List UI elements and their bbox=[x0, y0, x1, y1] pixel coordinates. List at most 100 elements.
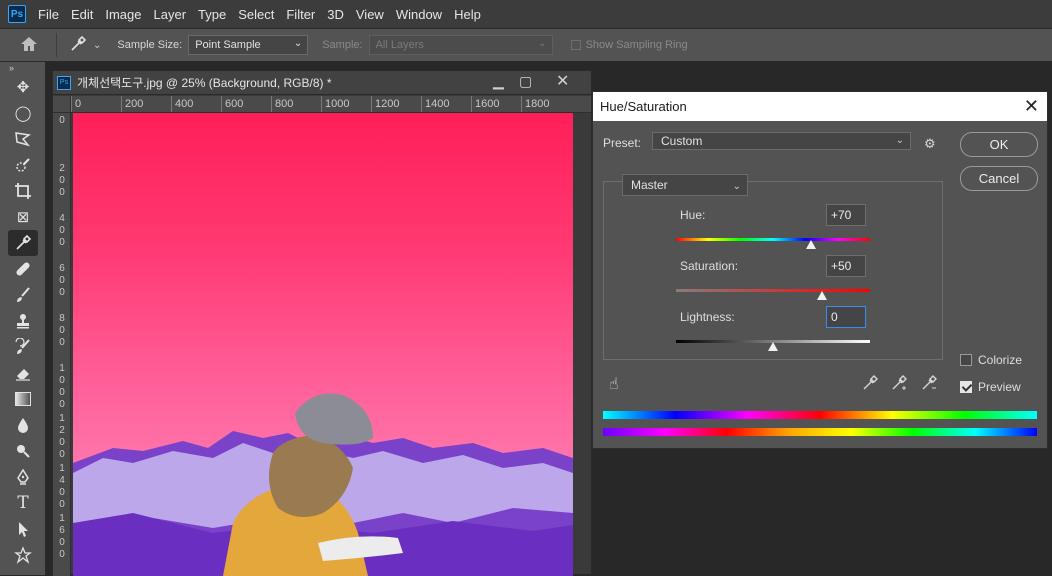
menu-select[interactable]: Select bbox=[238, 7, 274, 22]
ruler-tick-label: 1400 bbox=[421, 96, 471, 112]
lightness-input[interactable]: 0 bbox=[826, 306, 866, 328]
type-tool-icon[interactable]: T bbox=[8, 490, 38, 516]
preset-select[interactable]: Custom ⌄ bbox=[652, 132, 911, 150]
output-color-bar bbox=[603, 428, 1037, 436]
clone-stamp-tool-icon[interactable] bbox=[8, 308, 38, 334]
ruler-tick-label: 8 0 0 bbox=[59, 313, 65, 348]
menu-type[interactable]: Type bbox=[198, 7, 226, 22]
image-canvas[interactable] bbox=[73, 113, 573, 576]
saturation-slider-track[interactable] bbox=[676, 289, 870, 292]
ok-button[interactable]: OK bbox=[960, 132, 1038, 157]
targeted-adjustment-hand-icon[interactable]: ☝ bbox=[609, 374, 619, 394]
ruler-tick-label: 1000 bbox=[321, 96, 371, 112]
hue-label: Hue: bbox=[680, 208, 706, 222]
menu-help[interactable]: Help bbox=[454, 7, 481, 22]
eyedropper-add-icon[interactable] bbox=[891, 375, 907, 394]
show-sampling-ring-label: Show Sampling Ring bbox=[585, 39, 688, 51]
crop-tool-icon[interactable] bbox=[8, 178, 38, 204]
eyedropper-icon[interactable] bbox=[862, 375, 878, 394]
menu-view[interactable]: View bbox=[356, 7, 384, 22]
maximize-icon[interactable]: ▢ bbox=[519, 73, 532, 90]
close-icon[interactable]: ✕ bbox=[556, 71, 569, 91]
menu-3d[interactable]: 3D bbox=[327, 7, 344, 22]
hue-slider-thumb[interactable] bbox=[805, 240, 816, 249]
ruler-tick-label: 1 4 0 0 bbox=[59, 463, 65, 510]
eyedropper-options-icon[interactable] bbox=[69, 35, 87, 56]
menu-layer[interactable]: Layer bbox=[154, 7, 187, 22]
ruler-tick-label: 400 bbox=[171, 96, 221, 112]
healing-brush-tool-icon[interactable] bbox=[8, 256, 38, 282]
frame-tool-icon[interactable]: ⊠ bbox=[8, 204, 38, 230]
cancel-button[interactable]: Cancel bbox=[960, 166, 1038, 191]
history-brush-tool-icon[interactable] bbox=[8, 334, 38, 360]
chevron-down-icon[interactable]: ⌄ bbox=[93, 40, 101, 51]
lightness-slider-thumb[interactable] bbox=[768, 342, 778, 351]
menu-edit[interactable]: Edit bbox=[71, 7, 93, 22]
move-tool-icon[interactable]: ✥ bbox=[8, 74, 38, 100]
ruler-tick-label: 0 bbox=[59, 115, 65, 126]
pen-tool-icon[interactable] bbox=[8, 464, 38, 490]
photoshop-logo-icon: Ps bbox=[8, 5, 26, 23]
hue-slider-track[interactable] bbox=[676, 238, 870, 241]
document-window: Ps 개체선택도구.jpg @ 25% (Background, RGB/8) … bbox=[52, 70, 592, 576]
ruler-tick-label: 1 6 0 0 bbox=[59, 513, 65, 560]
panel-collapse-icon[interactable]: » bbox=[0, 62, 45, 74]
ruler-tick-label: 1 2 0 0 bbox=[59, 413, 65, 460]
eraser-tool-icon[interactable] bbox=[8, 360, 38, 386]
saturation-label: Saturation: bbox=[680, 259, 739, 273]
ruler-corner bbox=[53, 96, 71, 113]
menu-filter[interactable]: Filter bbox=[286, 7, 315, 22]
vertical-ruler: 0 2 0 0 4 0 0 6 0 0 8 0 0 1 0 0 0 1 2 0 … bbox=[53, 113, 71, 576]
dialog-title: Hue/Saturation bbox=[600, 99, 687, 114]
brush-tool-icon[interactable] bbox=[8, 282, 38, 308]
gradient-tool-icon[interactable] bbox=[8, 386, 38, 412]
menu-file[interactable]: File bbox=[38, 7, 59, 22]
ruler-tick-label: 1200 bbox=[371, 96, 421, 112]
preset-label: Preset: bbox=[603, 136, 642, 150]
chevron-down-icon: ⌄ bbox=[895, 135, 904, 146]
menu-window[interactable]: Window bbox=[396, 7, 442, 22]
ruler-tick-label: 800 bbox=[271, 96, 321, 112]
shape-tool-icon[interactable] bbox=[8, 542, 38, 568]
chevron-down-icon: ⌄ bbox=[732, 181, 741, 192]
channel-value: Master bbox=[631, 178, 668, 192]
document-tab[interactable]: Ps 개체선택도구.jpg @ 25% (Background, RGB/8) … bbox=[53, 71, 591, 95]
gear-icon[interactable]: ⚙ bbox=[924, 136, 936, 152]
quick-selection-tool-icon[interactable] bbox=[8, 152, 38, 178]
ruler-tick-label: 600 bbox=[221, 96, 271, 112]
lightness-label: Lightness: bbox=[680, 310, 735, 324]
colorize-label: Colorize bbox=[978, 353, 1023, 367]
blur-tool-icon[interactable] bbox=[8, 412, 38, 438]
preview-checkbox[interactable] bbox=[960, 381, 972, 393]
horizontal-ruler: 0 200 400 600 800 1000 1200 1400 1600 18… bbox=[71, 96, 591, 113]
tools-panel: » ✥ ◯ ⊠ T bbox=[0, 62, 46, 575]
input-color-bar bbox=[603, 411, 1037, 419]
polygon-lasso-tool-icon[interactable] bbox=[8, 126, 38, 152]
sample-select[interactable]: All Layers ⌄ bbox=[368, 35, 553, 55]
path-selection-tool-icon[interactable] bbox=[8, 516, 38, 542]
ruler-tick-label: 4 0 0 bbox=[59, 213, 65, 248]
colorize-checkbox[interactable] bbox=[960, 354, 972, 366]
dodge-tool-icon[interactable] bbox=[8, 438, 38, 464]
close-icon[interactable]: ✕ bbox=[1024, 96, 1039, 117]
chevron-down-icon: ⌄ bbox=[293, 38, 303, 49]
minimize-icon[interactable]: ▁ bbox=[493, 73, 504, 90]
menu-image[interactable]: Image bbox=[105, 7, 141, 22]
channel-select[interactable]: Master ⌄ bbox=[622, 174, 748, 196]
dialog-titlebar: Hue/Saturation ✕ bbox=[593, 92, 1047, 121]
saturation-input[interactable]: +50 bbox=[826, 255, 866, 277]
show-sampling-ring-checkbox[interactable] bbox=[570, 40, 581, 50]
eyedropper-tool-icon[interactable] bbox=[8, 230, 38, 256]
eyedropper-subtract-icon[interactable] bbox=[921, 375, 937, 394]
chevron-down-icon: ⌄ bbox=[538, 38, 547, 49]
sample-size-select[interactable]: Point Sample ⌄ bbox=[188, 35, 309, 55]
options-bar: ⌄ Sample Size: Point Sample ⌄ Sample: Al… bbox=[0, 28, 1052, 62]
saturation-slider-thumb[interactable] bbox=[816, 291, 827, 300]
sample-label: Sample: bbox=[322, 39, 363, 51]
ruler-tick-label: 2 0 0 bbox=[59, 163, 65, 198]
sample-size-label: Sample Size: bbox=[117, 39, 183, 51]
hue-input[interactable]: +70 bbox=[826, 204, 866, 226]
ellipse-marquee-tool-icon[interactable]: ◯ bbox=[8, 100, 38, 126]
ruler-tick-label: 1 0 0 0 bbox=[59, 363, 65, 410]
home-icon[interactable] bbox=[20, 36, 38, 55]
